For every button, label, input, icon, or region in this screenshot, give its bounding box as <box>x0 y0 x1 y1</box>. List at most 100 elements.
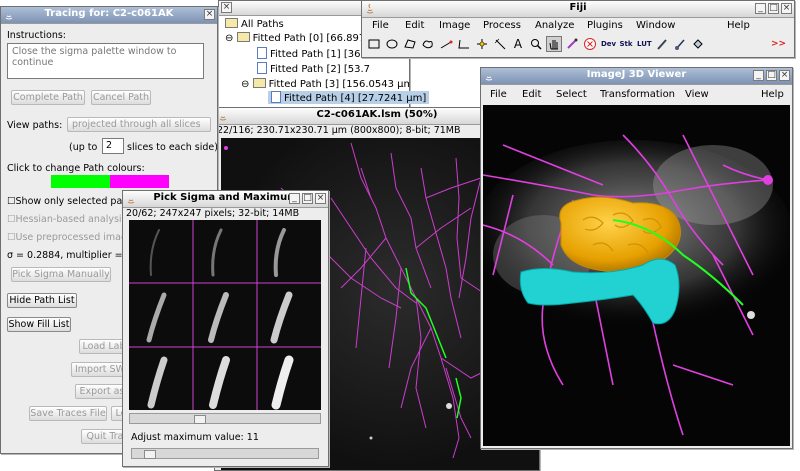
fiji-menu-image[interactable]: Image <box>439 20 470 31</box>
close-button[interactable]: × <box>204 9 215 20</box>
slices-suffix: slices to each side) <box>127 142 218 153</box>
viewer-menu-transformation[interactable]: Transformation <box>600 89 675 100</box>
fiji-menu-analyze[interactable]: Analyze <box>535 20 574 31</box>
more-tools-icon[interactable]: >> <box>770 36 786 52</box>
adjust-max-slider[interactable] <box>131 448 319 459</box>
text-tool-icon[interactable]: A <box>510 36 526 52</box>
image-info: 22/116; 230.71x230.71 μm (800x800); 8-bi… <box>217 125 461 136</box>
tree-item-4[interactable]: Fitted Path [4] [27.7241 μm] <box>268 91 430 104</box>
maximize-button[interactable]: □ <box>766 70 777 81</box>
close-button[interactable]: × <box>781 3 792 14</box>
sigma-info: σ = 0.2884, multiplier = <box>7 250 123 261</box>
flood-fill-tool-icon[interactable] <box>690 36 706 52</box>
instructions-label: Instructions: <box>7 30 66 41</box>
instructions-textarea[interactable]: Close the sigma palette window to contin… <box>7 43 204 79</box>
tree-root[interactable]: All Paths <box>225 18 284 30</box>
fiji-menu-plugins[interactable]: Plugins <box>587 20 623 31</box>
path-list-close-button[interactable]: × <box>221 2 232 13</box>
tree-item-3[interactable]: ⊖ Fitted Path [3] [156.0543 μm] <box>241 78 409 90</box>
viewer3d-window: ImageJ 3D Viewer _ □ × File Edit Select … <box>480 67 793 449</box>
scroll-thumb[interactable] <box>194 415 206 424</box>
dev-tool-icon[interactable]: Dev <box>600 36 616 52</box>
line-tool-icon[interactable] <box>438 36 454 52</box>
fiji-menu-help[interactable]: Help <box>727 20 750 31</box>
stk-tool-icon[interactable]: Stk <box>618 36 634 52</box>
hide-path-list-button[interactable]: Hide Path List <box>7 293 77 308</box>
tracing-title: Tracing for: C2-c061AK <box>44 8 174 19</box>
export-as-button[interactable]: Export as <box>75 384 129 399</box>
hessian-checkbox[interactable]: ☐Hessian-based analysis <box>7 214 127 225</box>
viewer3d-titlebar[interactable]: ImageJ 3D Viewer _ □ × <box>481 68 792 85</box>
sigma-grid-canvas[interactable] <box>129 220 321 410</box>
cancel-path-button[interactable]: Cancel Path <box>91 90 151 105</box>
polygon-tool-icon[interactable] <box>402 36 418 52</box>
sigma-titlebar[interactable]: Pick Sigma and Maximum _ □ × <box>123 191 328 208</box>
view-paths-value: projected through all slices <box>72 119 201 130</box>
file-icon <box>271 91 281 103</box>
fiji-titlebar[interactable]: Fiji _ □ × <box>362 1 794 18</box>
sigma-info: 20/62; 247x247 pixels; 32-bit; 14MB <box>126 208 300 219</box>
freehand-tool-icon[interactable] <box>420 36 436 52</box>
lut-tool-icon[interactable]: LUT <box>636 36 652 52</box>
tree-item-2[interactable]: Fitted Path [2] [53.7 <box>257 62 370 75</box>
oval-tool-icon[interactable] <box>384 36 400 52</box>
maximize-button[interactable]: □ <box>768 3 779 14</box>
hand-tool-icon[interactable] <box>546 36 562 52</box>
wand-tool-icon[interactable] <box>492 36 508 52</box>
close-button[interactable]: × <box>779 70 790 81</box>
save-traces-button[interactable]: Save Traces File <box>29 406 107 421</box>
selected-colour-swatch[interactable] <box>51 175 110 188</box>
angle-tool-icon[interactable] <box>456 36 472 52</box>
tracing-titlebar[interactable]: Tracing for: C2-c061AK × <box>1 7 217 24</box>
viewer-menu-file[interactable]: File <box>490 89 507 100</box>
viewer-menu-edit[interactable]: Edit <box>522 89 541 100</box>
fiji-menu-window[interactable]: Window <box>636 20 675 31</box>
fiji-window: Fiji _ □ × File Edit Image Process Analy… <box>361 0 795 58</box>
pencil-tool-icon[interactable] <box>654 36 670 52</box>
point-tool-icon[interactable] <box>474 36 490 52</box>
x-tool-icon[interactable] <box>582 36 598 52</box>
view-paths-label: View paths: <box>7 120 63 131</box>
show-only-selected-checkbox[interactable]: ☐Show only selected pat <box>7 196 126 207</box>
show-fill-list-button[interactable]: Show Fill List <box>7 317 71 332</box>
expand-icon: ⊖ <box>225 33 237 44</box>
viewer3d-canvas[interactable] <box>483 105 790 446</box>
complete-path-button[interactable]: Complete Path <box>11 90 85 105</box>
preprocessed-checkbox[interactable]: ☐Use preprocessed imag <box>7 232 127 243</box>
close-button[interactable]: × <box>315 193 326 204</box>
tree-item-label: Fitted Path [1] [36.4 <box>270 49 370 60</box>
tree-root-label: All Paths <box>241 19 284 30</box>
viewer-menu-view[interactable]: View <box>685 89 709 100</box>
file-icon <box>257 47 267 59</box>
slider-thumb[interactable] <box>144 450 156 459</box>
tree-item-1[interactable]: Fitted Path [1] [36.4 <box>257 47 370 60</box>
brush-tool-icon[interactable] <box>672 36 688 52</box>
sigma-slice-scrollbar[interactable] <box>129 413 321 424</box>
view-paths-select[interactable]: projected through all slices <box>67 117 211 132</box>
rectangle-tool-icon[interactable] <box>366 36 382 52</box>
other-colour-swatch[interactable] <box>110 175 169 188</box>
fiji-menu-file[interactable]: File <box>372 20 389 31</box>
viewer-menu-help[interactable]: Help <box>761 89 784 100</box>
magnifier-tool-icon[interactable] <box>528 36 544 52</box>
sigma-window: Pick Sigma and Maximum _ □ × 20/62; 247x… <box>122 190 329 467</box>
folder-icon <box>236 32 250 42</box>
import-swc-button[interactable]: Import SW <box>71 362 129 377</box>
pick-sigma-button[interactable]: Pick Sigma Manually <box>11 267 111 282</box>
minimize-button[interactable]: _ <box>753 70 764 81</box>
hessian-label: Hessian-based analysis <box>15 214 127 225</box>
minimize-button[interactable]: _ <box>755 3 766 14</box>
file-icon <box>257 62 267 74</box>
expand-icon: ⊖ <box>241 79 253 90</box>
viewer-menu-select[interactable]: Select <box>556 89 587 100</box>
fiji-menu-process[interactable]: Process <box>483 20 521 31</box>
maximize-button[interactable]: □ <box>302 193 313 204</box>
change-colours-label: Click to change Path colours: <box>7 163 145 174</box>
viewer3d-title: ImageJ 3D Viewer <box>586 69 687 80</box>
tree-item-label: Fitted Path [2] [53.7 <box>270 64 370 75</box>
minimize-button[interactable]: _ <box>289 193 300 204</box>
fiji-menu-edit[interactable]: Edit <box>405 20 424 31</box>
slices-input[interactable]: 2 <box>102 138 124 154</box>
tree-item-0[interactable]: ⊖ Fitted Path [0] [66.8979 <box>225 32 372 44</box>
dropper-tool-icon[interactable] <box>564 36 580 52</box>
